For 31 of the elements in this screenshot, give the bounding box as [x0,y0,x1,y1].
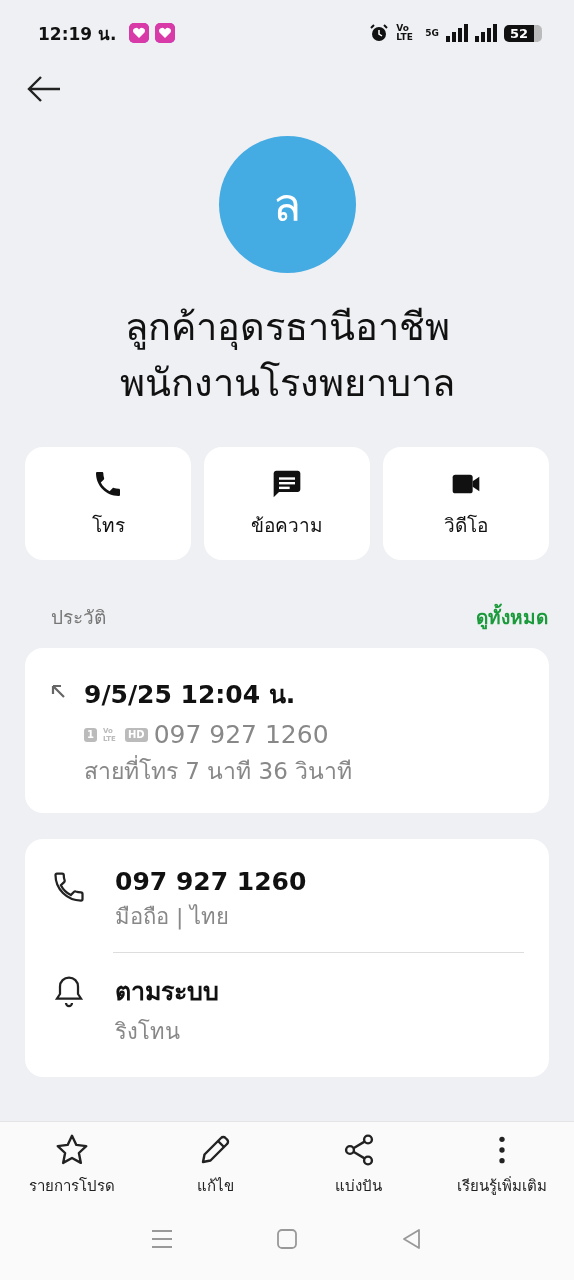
call-button[interactable]: โทร [25,447,191,560]
call-number: 097 927 1260 [153,720,329,749]
network-type: 5G [425,28,439,38]
contact-avatar: ล [218,136,356,273]
heart-app-icon [154,23,175,43]
detail-value[interactable]: 097 927 1260 [115,867,307,896]
detail-label: ริงโทน [115,1018,181,1046]
heart-app-icon [128,23,149,43]
home-icon[interactable] [274,1226,300,1252]
signal-icon [445,24,468,42]
hd-badge: HD [124,727,148,742]
video-button[interactable]: วิดีโอ [383,447,549,560]
message-button[interactable]: ข้อความ [204,447,370,560]
call-datetime: 9/5/25 12:04 น. [84,679,297,711]
battery-level: 52 [503,24,542,42]
contact-name: ลูกค้าอุดรธานีอาชีพ พนักงานโรงพยาบาล [118,304,456,407]
status-time: 12:19 น. [38,22,117,46]
volte-indicator: Vo LTE [396,24,414,42]
back-button[interactable] [26,74,62,104]
alarm-icon [369,23,390,43]
phone-icon [51,869,87,905]
detail-value[interactable]: ตามระบบ [115,971,219,1011]
detail-label: มือถือ | ไทย [115,903,231,932]
more-button[interactable]: เรียนรู้เพิ่มเติม [430,1132,574,1198]
favorite-button[interactable]: รายการโปรด [0,1132,144,1198]
share-button[interactable]: แบ่งปัน [287,1132,431,1198]
call-duration: สายที่โทร 7 นาที 36 วินาที [84,753,353,789]
sim-badge: 1 [84,727,97,742]
section-title: ประวัติ [51,605,106,630]
signal-icon [474,24,497,42]
edit-button[interactable]: แก้ไข [143,1132,287,1198]
